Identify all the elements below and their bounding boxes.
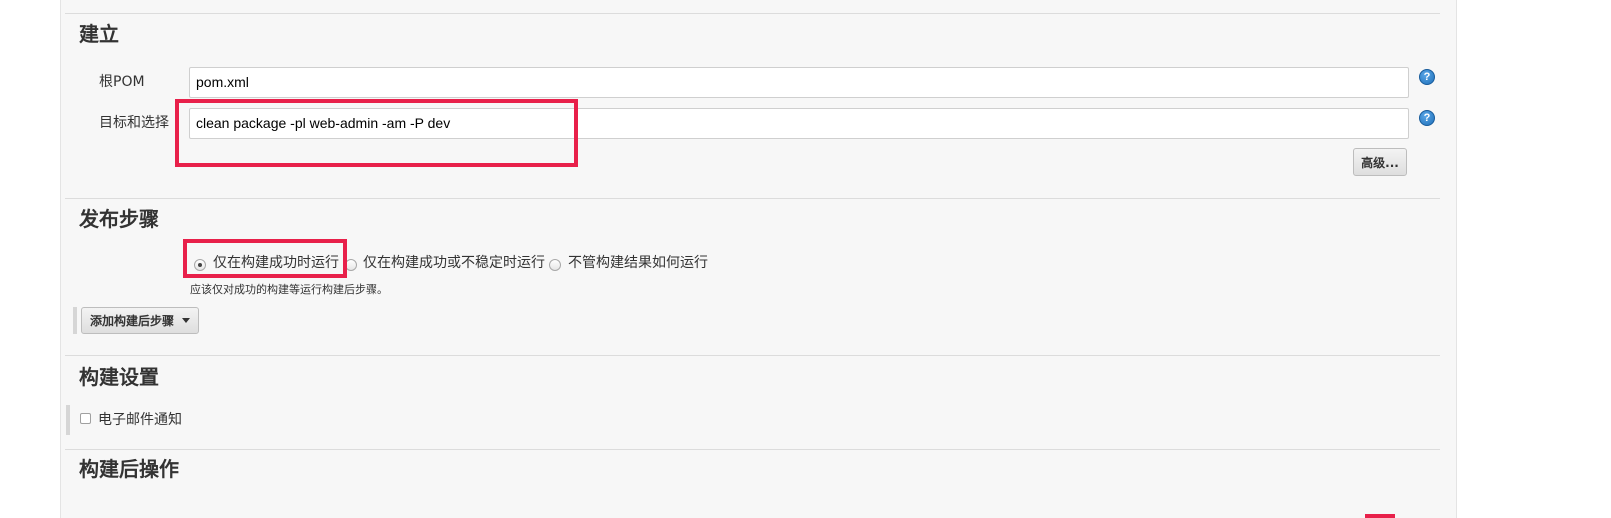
help-icon[interactable]: ? — [1419, 110, 1435, 126]
section-divider — [65, 449, 1440, 450]
advanced-button[interactable]: 高级... — [1353, 148, 1407, 176]
build-settings-section-title: 构建设置 — [79, 365, 159, 389]
section-divider — [65, 13, 1440, 14]
add-post-step-label: 添加构建后步骤 — [89, 314, 174, 328]
radio-always[interactable] — [549, 259, 561, 271]
goals-label: 目标和选择 — [99, 115, 169, 131]
radio-always-label[interactable]: 不管构建结果如何运行 — [568, 254, 708, 272]
email-notification-label[interactable]: 电子邮件通知 — [98, 411, 182, 429]
drag-handle — [66, 405, 70, 435]
root-pom-label: 根POM — [99, 74, 145, 90]
section-divider — [65, 355, 1440, 356]
build-section-title: 建立 — [79, 22, 119, 46]
highlight-box-radio — [183, 239, 347, 278]
highlight-box-goals — [175, 99, 578, 167]
section-divider — [65, 198, 1440, 199]
drag-handle[interactable] — [73, 307, 77, 334]
radio-success-or-unstable-label[interactable]: 仅在构建成功或不稳定时运行 — [363, 254, 545, 272]
root-pom-input[interactable]: pom.xml — [189, 67, 1409, 98]
highlight-box-partial — [1365, 514, 1395, 518]
email-notification-checkbox[interactable] — [80, 413, 91, 424]
add-post-step-button[interactable]: 添加构建后步骤 — [81, 307, 199, 334]
post-steps-hint: 应该仅对成功的构建等运行构建后步骤。 — [190, 283, 388, 296]
help-icon[interactable]: ? — [1419, 69, 1435, 85]
caret-down-icon — [182, 318, 190, 323]
post-steps-section-title: 发布步骤 — [79, 207, 159, 231]
post-build-section-title: 构建后操作 — [79, 457, 179, 481]
